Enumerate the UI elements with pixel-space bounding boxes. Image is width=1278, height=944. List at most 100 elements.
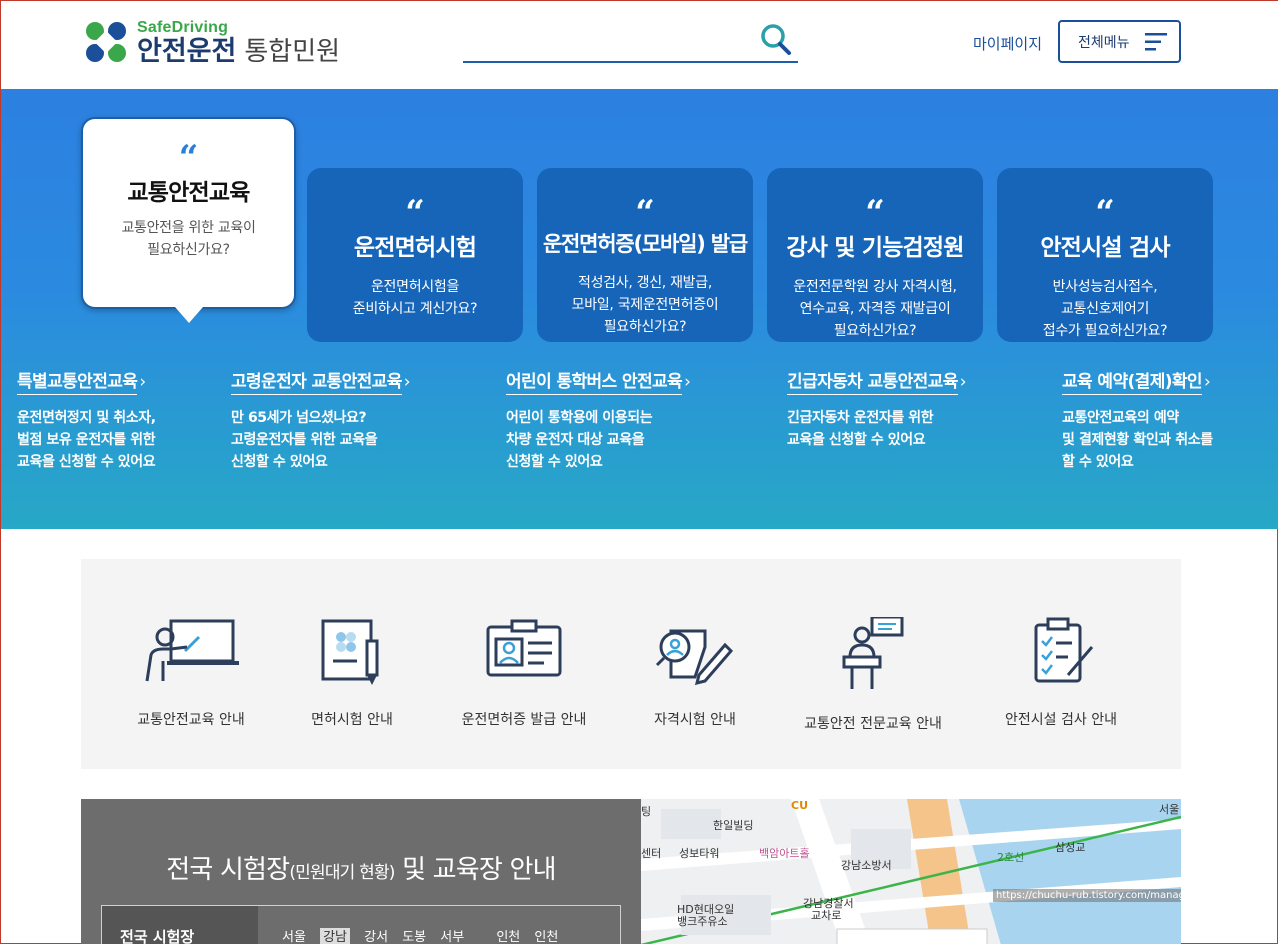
map-view[interactable]: 팅 한일빌딩 CU 서울 센터 성보타워 백암아트홀 강남소방서 2호선 삼성교… xyxy=(641,799,1181,944)
sublink-desc-line: 및 결제현황 확인과 취소를 xyxy=(1062,432,1213,448)
hamburger-icon xyxy=(1145,33,1167,51)
region-tab[interactable]: 인천 xyxy=(534,930,558,944)
card-title: 안전시설 검사 xyxy=(1040,235,1170,261)
map-label: 센터 xyxy=(641,847,662,860)
sublink-desc-line: 어린이 통학용에 이용되는 xyxy=(506,410,653,426)
map-label: 팅 xyxy=(641,805,652,818)
region-tab[interactable]: 인천 xyxy=(496,930,520,944)
map-label: 교차로 xyxy=(811,909,842,922)
service-license-exam[interactable]: 면허시험 안내 xyxy=(297,617,407,729)
card-desc-line: 교통신호제어기 xyxy=(1060,301,1150,317)
license-exam-icon xyxy=(321,619,379,685)
sublink-desc-line: 신청할 수 있어요 xyxy=(506,454,603,470)
sublink-title[interactable]: 교육 예약(결제)확인 xyxy=(1062,367,1203,395)
card-title: 교통안전교육 xyxy=(127,180,250,206)
speaker-icon xyxy=(842,617,904,689)
service-label: 교통안전교육 안내 xyxy=(137,712,245,728)
card-safety-facility-inspection[interactable]: “ 안전시설 검사 반사성능검사접수, 교통신호제어기 접수가 필요하신가요? xyxy=(997,168,1213,342)
site-header: SafeDriving 안전운전 통합민원 마이페이지 전체메뉴 xyxy=(1,1,1278,89)
clover-logo-icon xyxy=(81,19,131,65)
card-desc-line: 준비하시고 계신가요? xyxy=(352,301,478,317)
logo-subtitle: SafeDriving xyxy=(137,18,229,36)
exam-title-paren: (민원대기 현황) xyxy=(289,863,395,883)
card-license-issue[interactable]: “ 운전면허증(모바일) 발급 적성검사, 갱신, 재발급, 모바일, 국제운전… xyxy=(537,168,753,342)
service-qualification-exam[interactable]: 자격시험 안내 xyxy=(645,617,745,729)
search-icon[interactable] xyxy=(760,23,792,57)
mypage-link[interactable]: 마이페이지 xyxy=(973,33,1042,54)
map-label: 한일빌딩 xyxy=(713,819,754,832)
exam-box-label: 전국 시험장 xyxy=(102,906,258,944)
sublink-desc-line: 신청할 수 있어요 xyxy=(231,454,328,470)
map-label: 삼성교 xyxy=(1055,841,1086,854)
sublink-emergency-vehicle-education[interactable]: 긴급자동차 교통안전교육 › 긴급자동차 운전자를 위한 교육을 신청할 수 있어… xyxy=(787,367,967,451)
sublink-senior-driver-education[interactable]: 고령운전자 교통안전교육 › 만 65세가 넘으셨나요? 고령운전자를 위한 교육… xyxy=(231,367,411,473)
quote-icon: “ xyxy=(405,198,425,224)
site-logo[interactable]: SafeDriving 안전운전 통합민원 xyxy=(81,19,340,65)
service-safety-facility[interactable]: 안전시설 검사 안내 xyxy=(1001,617,1121,729)
service-guide-section: 교통안전교육 안내 면허시험 안내 운전면허증 발급 안내 자격시험 안내 교통… xyxy=(81,559,1181,769)
map-label: 백암아트홀 xyxy=(759,847,810,860)
map-label: 강남소방서 xyxy=(841,859,892,872)
card-license-exam[interactable]: “ 운전면허시험 운전면허시험을 준비하시고 계신가요? xyxy=(307,168,523,342)
quote-icon: “ xyxy=(635,198,655,224)
id-card-icon xyxy=(486,619,562,677)
sublink-desc-line: 교육을 신청할 수 있어요 xyxy=(787,432,926,448)
chevron-right-icon: › xyxy=(139,372,147,392)
card-desc-line: 접수가 필요하신가요? xyxy=(1042,323,1168,339)
sublink-desc-line: 고령운전자를 위한 교육을 xyxy=(231,432,378,448)
card-desc-line: 교통안전을 위한 교육이 xyxy=(121,220,256,236)
sublink-desc-line: 차량 운전자 대상 교육을 xyxy=(506,432,645,448)
map-label: CU xyxy=(791,799,809,812)
watermark-url: https://chuchu-rub.tistory.com/manage/ne… xyxy=(993,889,1181,902)
exam-section-title: 전국 시험장(민원대기 현황) 및 교육장 안내 xyxy=(81,849,641,886)
card-desc-line: 필요하신가요? xyxy=(603,319,687,335)
map-label: 성보타워 xyxy=(679,847,720,860)
service-label: 안전시설 검사 안내 xyxy=(1005,712,1117,728)
sublink-desc-line: 긴급자동차 운전자를 위한 xyxy=(787,410,934,426)
all-menu-button[interactable]: 전체메뉴 xyxy=(1058,20,1181,63)
service-license-issue[interactable]: 운전면허증 발급 안내 xyxy=(453,617,595,729)
card-desc-line: 운전전문학원 강사 자격시험, xyxy=(793,279,957,295)
logo-service: 통합민원 xyxy=(244,36,341,67)
region-tab[interactable]: 강서 xyxy=(364,930,388,944)
card-title: 강사 및 기능검정원 xyxy=(786,235,964,261)
sublink-desc-line: 할 수 있어요 xyxy=(1062,454,1134,470)
card-title: 운전면허시험 xyxy=(353,235,477,261)
quote-icon: “ xyxy=(865,198,885,224)
search-bar xyxy=(463,23,798,63)
exam-center-section: 전국 시험장(민원대기 현황) 및 교육장 안내 전국 시험장 서울 강남 강서… xyxy=(81,799,641,944)
sublink-title[interactable]: 특별교통안전교육 xyxy=(17,367,138,395)
service-label: 자격시험 안내 xyxy=(654,712,736,728)
sublink-desc-line: 만 65세가 넘으셨나요? xyxy=(231,410,367,426)
service-expert-education[interactable]: 교통안전 전문교육 안내 xyxy=(793,617,953,733)
chevron-right-icon: › xyxy=(684,372,691,392)
sublink-title[interactable]: 긴급자동차 교통안전교육 xyxy=(787,367,958,395)
region-tab[interactable]: 서울 xyxy=(282,930,306,944)
card-desc-line: 적성검사, 갱신, 재발급, xyxy=(578,275,712,291)
sublink-desc-line: 교육을 신청할 수 있어요 xyxy=(17,454,156,470)
service-label: 면허시험 안내 xyxy=(311,712,393,728)
sublink-reservation-check[interactable]: 교육 예약(결제)확인 › 교통안전교육의 예약 및 결제현황 확인과 취소를 할… xyxy=(1062,367,1213,473)
sublink-title[interactable]: 어린이 통학버스 안전교육 xyxy=(506,367,683,395)
sublink-desc-line: 벌점 보유 운전자를 위한 xyxy=(17,432,156,448)
hero-section: “ 교통안전교육 교통안전을 위한 교육이 필요하신가요? “ 운전면허시험 운… xyxy=(1,89,1278,529)
service-traffic-education[interactable]: 교통안전교육 안내 xyxy=(129,617,253,729)
all-menu-label: 전체메뉴 xyxy=(1078,34,1130,51)
sublink-school-bus-education[interactable]: 어린이 통학버스 안전교육 › 어린이 통학용에 이용되는 차량 운전자 대상 교… xyxy=(506,367,691,473)
checklist-icon xyxy=(1034,617,1094,683)
exam-center-selector: 전국 시험장 서울 강남 강서 도봉 서부 인천 인천 xyxy=(101,905,621,944)
card-traffic-safety-education[interactable]: “ 교통안전교육 교통안전을 위한 교육이 필요하신가요? xyxy=(81,117,296,323)
exam-title-end: 및 교육장 안내 xyxy=(402,855,556,885)
service-label: 교통안전 전문교육 안내 xyxy=(804,716,942,732)
card-desc-line: 운전면허시험을 xyxy=(370,279,460,295)
card-desc-line: 연수교육, 자격증 재발급이 xyxy=(799,301,951,317)
sublink-title[interactable]: 고령운전자 교통안전교육 xyxy=(231,367,402,395)
region-tab[interactable]: 도봉 xyxy=(402,930,426,944)
chevron-right-icon: › xyxy=(959,372,967,392)
card-instructor-examiner[interactable]: “ 강사 및 기능검정원 운전전문학원 강사 자격시험, 연수교육, 자격증 재… xyxy=(767,168,983,342)
lecture-icon xyxy=(145,619,239,682)
region-tab-selected[interactable]: 강남 xyxy=(320,928,350,944)
region-tab[interactable]: 서부 xyxy=(440,930,464,944)
sublink-special-education[interactable]: 특별교통안전교육 › 운전면허정지 및 취소자, 벌점 보유 운전자를 위한 교육… xyxy=(17,367,156,473)
search-input[interactable] xyxy=(463,23,753,59)
